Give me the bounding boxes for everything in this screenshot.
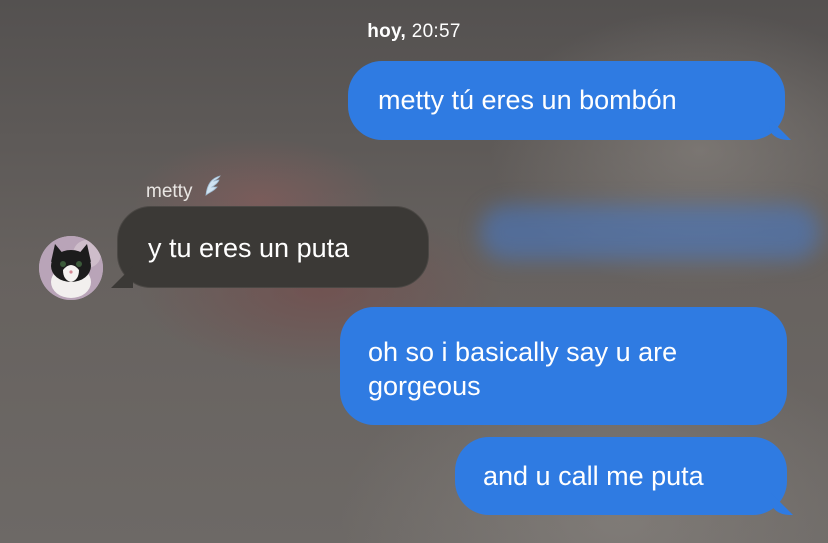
timestamp-day: hoy, [367, 21, 407, 42]
blurred-redacted-message [480, 205, 820, 260]
sent-message-bubble[interactable]: and u call me puta [455, 437, 787, 515]
timestamp-time: 20:57 [411, 21, 461, 42]
message-text: and u call me puta [483, 461, 704, 491]
wing-icon [204, 175, 222, 203]
sent-message-bubble[interactable]: metty tú eres un bombón [348, 61, 785, 140]
received-message-bubble[interactable]: y tu eres un puta [117, 206, 429, 288]
conversation-timestamp: hoy, 20:57 [0, 21, 828, 43]
sender-name: metty [146, 175, 222, 203]
message-text: y tu eres un puta [148, 233, 350, 263]
message-text: metty tú eres un bombón [378, 85, 677, 115]
sender-name-text: metty [146, 181, 193, 202]
cat-avatar[interactable] [39, 236, 103, 300]
sent-message-bubble[interactable]: oh so i basically say u are gorgeous [340, 307, 787, 425]
message-text: oh so i basically say u are gorgeous [368, 337, 678, 401]
